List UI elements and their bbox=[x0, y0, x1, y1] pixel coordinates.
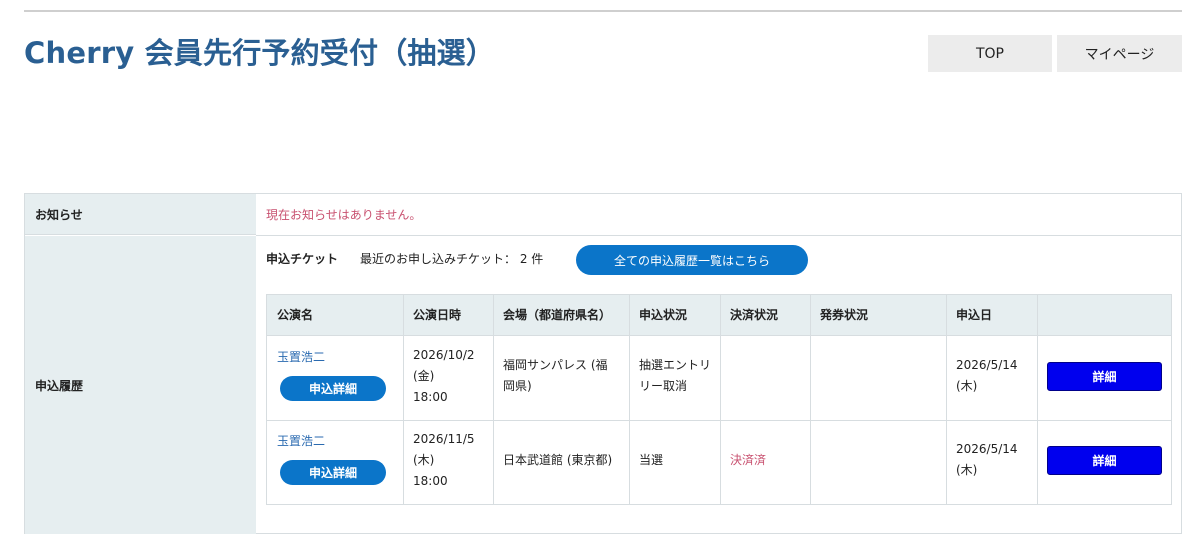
col-performance: 公演名 bbox=[277, 307, 314, 322]
application-detail-button[interactable]: 申込詳細 bbox=[280, 376, 386, 401]
col-date: 公演日時 bbox=[413, 307, 462, 322]
col-applied: 申込日 bbox=[956, 307, 993, 322]
col-divider bbox=[493, 295, 494, 504]
col-action bbox=[1037, 295, 1171, 335]
top-divider bbox=[24, 10, 1182, 12]
application-status: 抽選エントリ リー取消 bbox=[639, 358, 712, 393]
recent-count: 最近のお申し込みチケット： 2 件 bbox=[360, 252, 544, 266]
page-title: Cherry 会員先行予約受付（抽選） bbox=[24, 36, 496, 70]
row-divider bbox=[256, 235, 1181, 236]
all-history-button[interactable]: 全ての申込履歴一覧はこちら bbox=[576, 245, 808, 275]
col-ticketing: 発券状況 bbox=[820, 307, 869, 322]
col-divider bbox=[629, 295, 630, 504]
application-detail-button[interactable]: 申込詳細 bbox=[280, 460, 386, 485]
col-status: 申込状況 bbox=[639, 307, 688, 322]
col-payment: 決済状況 bbox=[730, 307, 779, 322]
performance-link[interactable]: 玉置浩二 bbox=[277, 347, 325, 368]
applied-date: 2026/5/14 (木) bbox=[956, 358, 1018, 393]
performance-date: 2026/11/5 (木) 18:00 bbox=[413, 432, 475, 488]
top-button[interactable]: TOP bbox=[928, 35, 1052, 72]
col-divider bbox=[403, 295, 404, 504]
col-divider bbox=[810, 295, 811, 504]
col-divider bbox=[720, 295, 721, 504]
performance-link[interactable]: 玉置浩二 bbox=[277, 431, 325, 452]
application-status: 当選 bbox=[639, 453, 664, 467]
detail-button[interactable]: 詳細 bbox=[1047, 362, 1162, 391]
performance-date: 2026/10/2 (金) 18:00 bbox=[413, 348, 475, 404]
history-table: 公演名 公演日時 会場（都道府県名） 申込状況 決済状況 発券状況 申込日 玉置… bbox=[266, 294, 1172, 505]
col-divider bbox=[1037, 295, 1038, 504]
payment-status: 決済済 bbox=[730, 453, 767, 467]
col-divider bbox=[946, 295, 947, 504]
history-label: 申込履歴 bbox=[25, 236, 256, 534]
ticket-heading: 申込チケット bbox=[266, 252, 339, 266]
venue: 日本武道館 (東京都) bbox=[503, 453, 613, 467]
info-table: お知らせ 現在お知らせはありません。 申込履歴 申込チケット 最近のお申し込みチ… bbox=[24, 193, 1182, 534]
applied-date: 2026/5/14 (木) bbox=[956, 442, 1018, 477]
col-venue: 会場（都道府県名） bbox=[503, 307, 612, 322]
notice-message: 現在お知らせはありません。 bbox=[266, 208, 422, 222]
detail-button[interactable]: 詳細 bbox=[1047, 446, 1162, 475]
row-divider bbox=[267, 420, 1171, 421]
venue: 福岡サンパレス (福 岡県) bbox=[503, 358, 608, 393]
mypage-button[interactable]: マイページ bbox=[1057, 35, 1182, 72]
notice-label: お知らせ bbox=[25, 194, 256, 235]
